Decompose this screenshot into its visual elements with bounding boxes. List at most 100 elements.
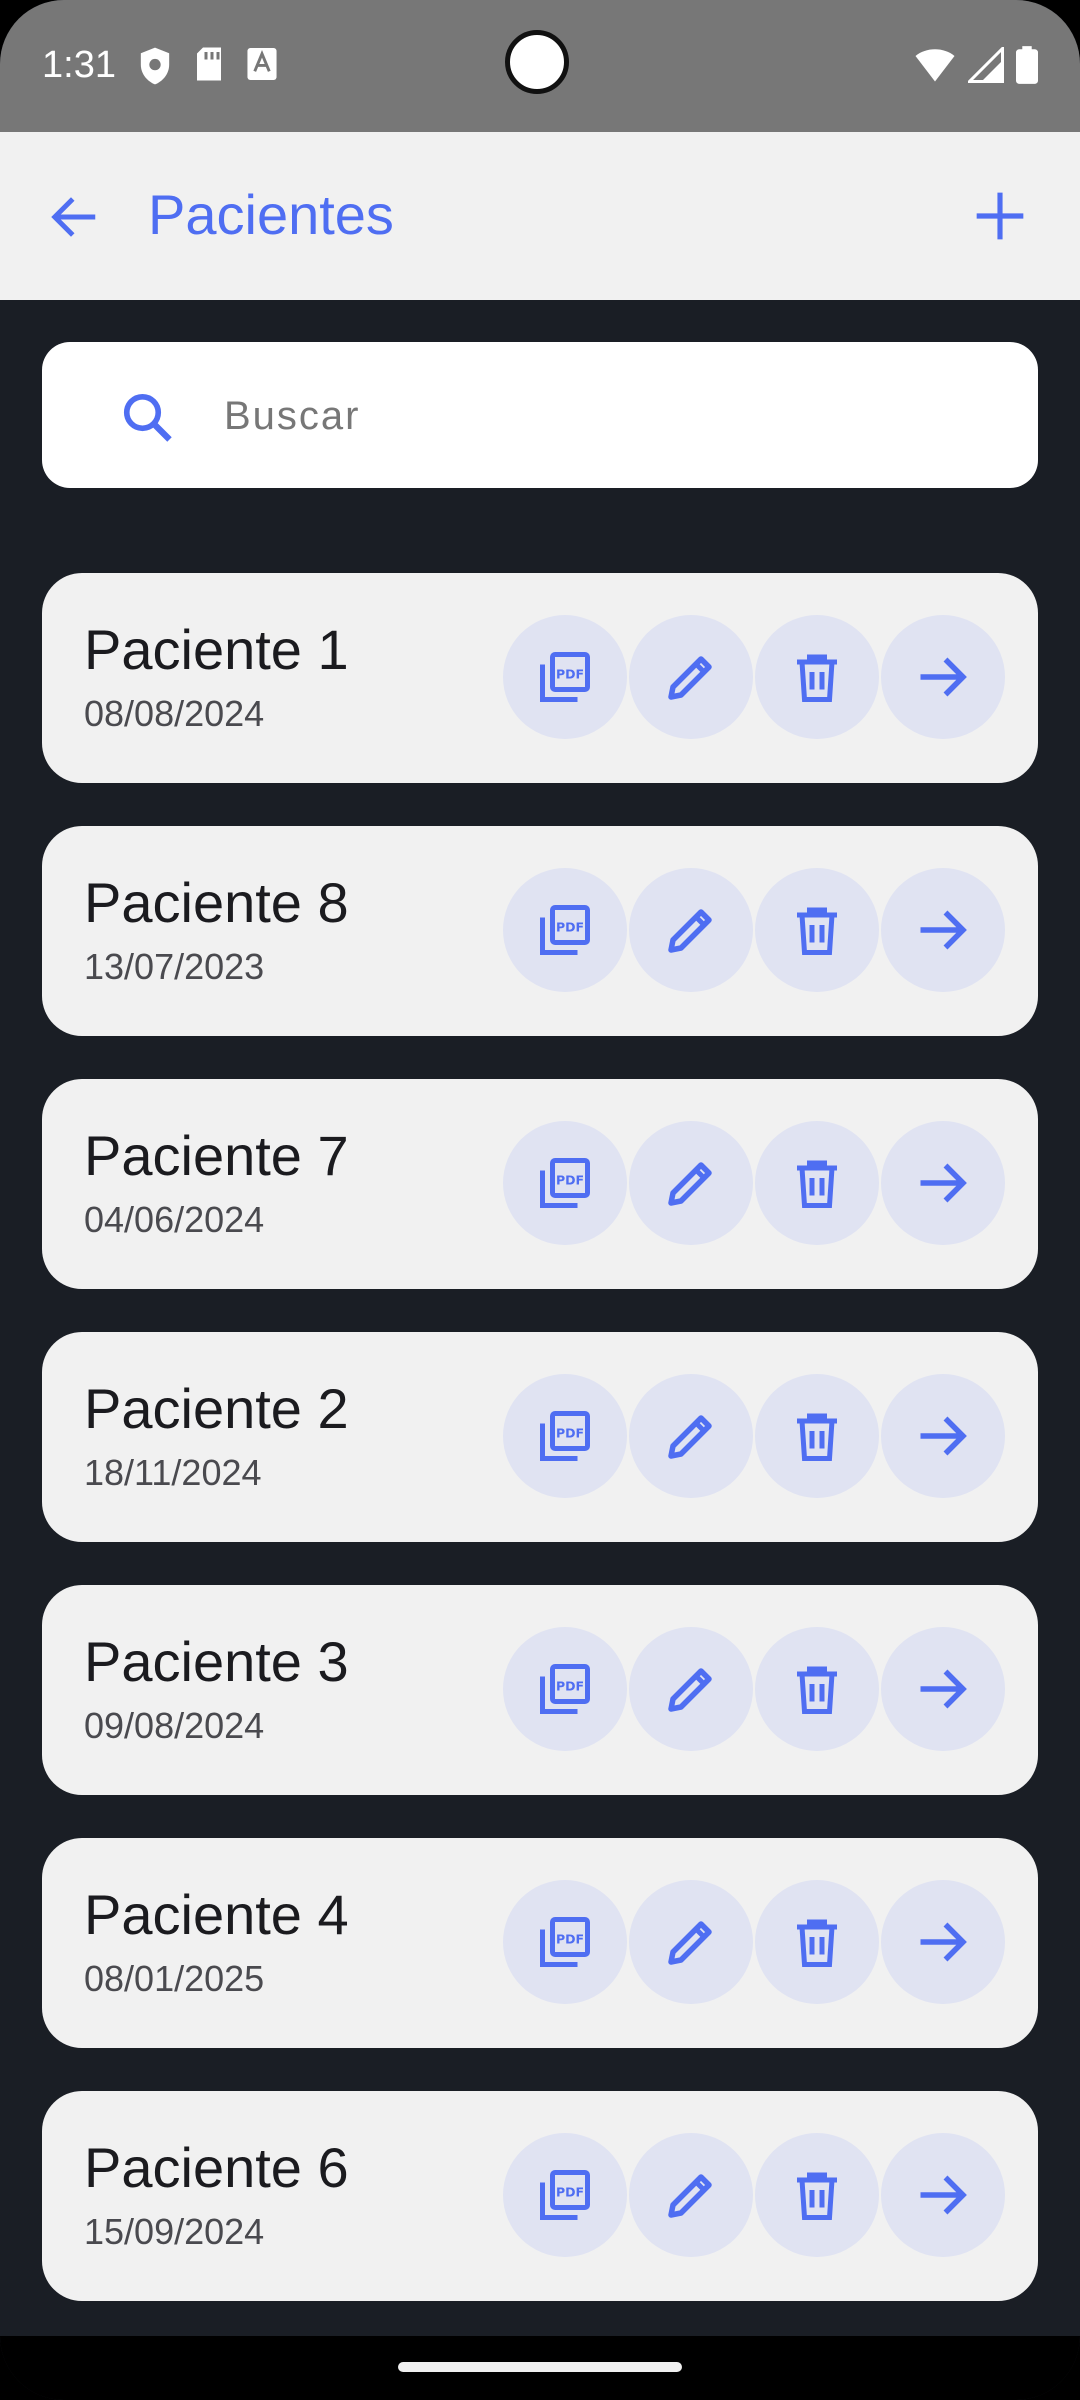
open-button[interactable] [881, 2133, 1005, 2257]
open-button[interactable] [881, 1121, 1005, 1245]
pdf-icon: PDF [540, 2170, 590, 2220]
open-button[interactable] [881, 1627, 1005, 1751]
delete-icon [797, 1413, 837, 1461]
search-bar[interactable] [42, 342, 1038, 488]
patient-name: Paciente 1 [84, 618, 349, 681]
battery-icon [1016, 46, 1038, 84]
arrow-forward-icon [920, 910, 967, 950]
patient-card[interactable]: Paciente 2 18/11/2024 PDF [42, 1332, 1038, 1542]
patient-card[interactable]: Paciente 6 15/09/2024 PDF [42, 2091, 1038, 2301]
pdf-icon: PDF [540, 1664, 590, 1714]
patient-actions: PDF [503, 1627, 1005, 1751]
patient-date: 08/01/2025 [84, 1958, 265, 1999]
wifi-icon [915, 49, 955, 82]
svg-text:PDF: PDF [556, 2184, 584, 2199]
pdf-icon: PDF [540, 905, 590, 955]
pdf-icon: PDF [540, 1917, 590, 1967]
open-button[interactable] [881, 868, 1005, 992]
edit-icon [668, 1415, 712, 1459]
patient-actions: PDF [503, 1880, 1005, 2004]
patient-name: Paciente 3 [84, 1630, 349, 1693]
shield-icon [140, 47, 170, 85]
status-bar: 1:31 [0, 0, 1080, 132]
patient-card[interactable]: Paciente 1 08/08/2024 PDF [42, 573, 1038, 783]
screen: 1:31 Pacientes Paciente 1 08/08/2024 PDF [0, 0, 1080, 2400]
arrow-forward-icon [920, 1669, 967, 1709]
back-arrow-icon[interactable] [48, 190, 102, 244]
edit-icon [668, 1921, 712, 1965]
arrow-forward-icon [920, 1416, 967, 1456]
patient-date: 08/08/2024 [84, 693, 265, 734]
edit-icon [668, 656, 712, 700]
pdf-button[interactable]: PDF [503, 1121, 627, 1245]
pdf-button[interactable]: PDF [503, 1880, 627, 2004]
arrow-forward-icon [920, 657, 967, 697]
patient-date: 15/09/2024 [84, 2211, 265, 2252]
svg-text:PDF: PDF [556, 919, 584, 934]
pdf-button[interactable]: PDF [503, 868, 627, 992]
patient-list: Paciente 1 08/08/2024 PDF Paciente 8 13/… [42, 573, 1038, 2344]
search-input[interactable] [222, 380, 986, 452]
home-handle[interactable] [398, 2362, 682, 2372]
pdf-icon: PDF [540, 652, 590, 702]
svg-text:PDF: PDF [556, 1425, 584, 1440]
edit-button[interactable] [629, 1121, 753, 1245]
delete-button[interactable] [755, 1374, 879, 1498]
edit-button[interactable] [629, 2133, 753, 2257]
delete-button[interactable] [755, 868, 879, 992]
patient-name: Paciente 6 [84, 2136, 349, 2199]
pdf-icon: PDF [540, 1411, 590, 1461]
add-icon[interactable] [972, 188, 1028, 244]
delete-icon [797, 654, 837, 702]
patient-actions: PDF [503, 1121, 1005, 1245]
pdf-button[interactable]: PDF [503, 2133, 627, 2257]
delete-button[interactable] [755, 615, 879, 739]
edit-button[interactable] [629, 1627, 753, 1751]
patient-date: 09/08/2024 [84, 1705, 265, 1746]
edit-icon [668, 2174, 712, 2218]
patient-card[interactable]: Paciente 8 13/07/2023 PDF [42, 826, 1038, 1036]
search-icon [123, 393, 172, 442]
edit-button[interactable] [629, 1374, 753, 1498]
delete-button[interactable] [755, 1627, 879, 1751]
patient-name: Paciente 8 [84, 871, 349, 934]
patient-actions: PDF [503, 615, 1005, 739]
patient-name: Paciente 7 [84, 1124, 349, 1187]
svg-text:PDF: PDF [556, 1172, 584, 1187]
pdf-button[interactable]: PDF [503, 615, 627, 739]
patient-date: 13/07/2023 [84, 946, 265, 987]
pdf-button[interactable]: PDF [503, 1627, 627, 1751]
edit-button[interactable] [629, 868, 753, 992]
patient-card[interactable]: Paciente 3 09/08/2024 PDF [42, 1585, 1038, 1795]
edit-button[interactable] [629, 1880, 753, 2004]
delete-icon [797, 907, 837, 955]
patient-card[interactable]: Paciente 4 08/01/2025 PDF [42, 1838, 1038, 2048]
patient-date: 18/11/2024 [84, 1452, 262, 1493]
delete-icon [797, 2172, 837, 2220]
camera-cutout [505, 30, 569, 94]
app-bar: Pacientes [0, 132, 1080, 300]
arrow-forward-icon [920, 2175, 967, 2215]
svg-text:PDF: PDF [556, 1931, 584, 1946]
patient-name: Paciente 2 [84, 1377, 349, 1440]
patient-actions: PDF [503, 1374, 1005, 1498]
edit-button[interactable] [629, 615, 753, 739]
sd-card-icon [197, 47, 221, 81]
open-button[interactable] [881, 1880, 1005, 2004]
delete-button[interactable] [755, 2133, 879, 2257]
delete-button[interactable] [755, 1880, 879, 2004]
edit-icon [668, 909, 712, 953]
open-button[interactable] [881, 615, 1005, 739]
arrow-forward-icon [920, 1922, 967, 1962]
delete-button[interactable] [755, 1121, 879, 1245]
arrow-forward-icon [920, 1163, 967, 1203]
patient-card[interactable]: Paciente 7 04/06/2024 PDF [42, 1079, 1038, 1289]
edit-icon [668, 1668, 712, 1712]
pdf-button[interactable]: PDF [503, 1374, 627, 1498]
patient-date: 04/06/2024 [84, 1199, 265, 1240]
page-title: Pacientes [148, 183, 394, 246]
patient-actions: PDF [503, 868, 1005, 992]
open-button[interactable] [881, 1374, 1005, 1498]
svg-text:PDF: PDF [556, 1678, 584, 1693]
edit-icon [668, 1162, 712, 1206]
